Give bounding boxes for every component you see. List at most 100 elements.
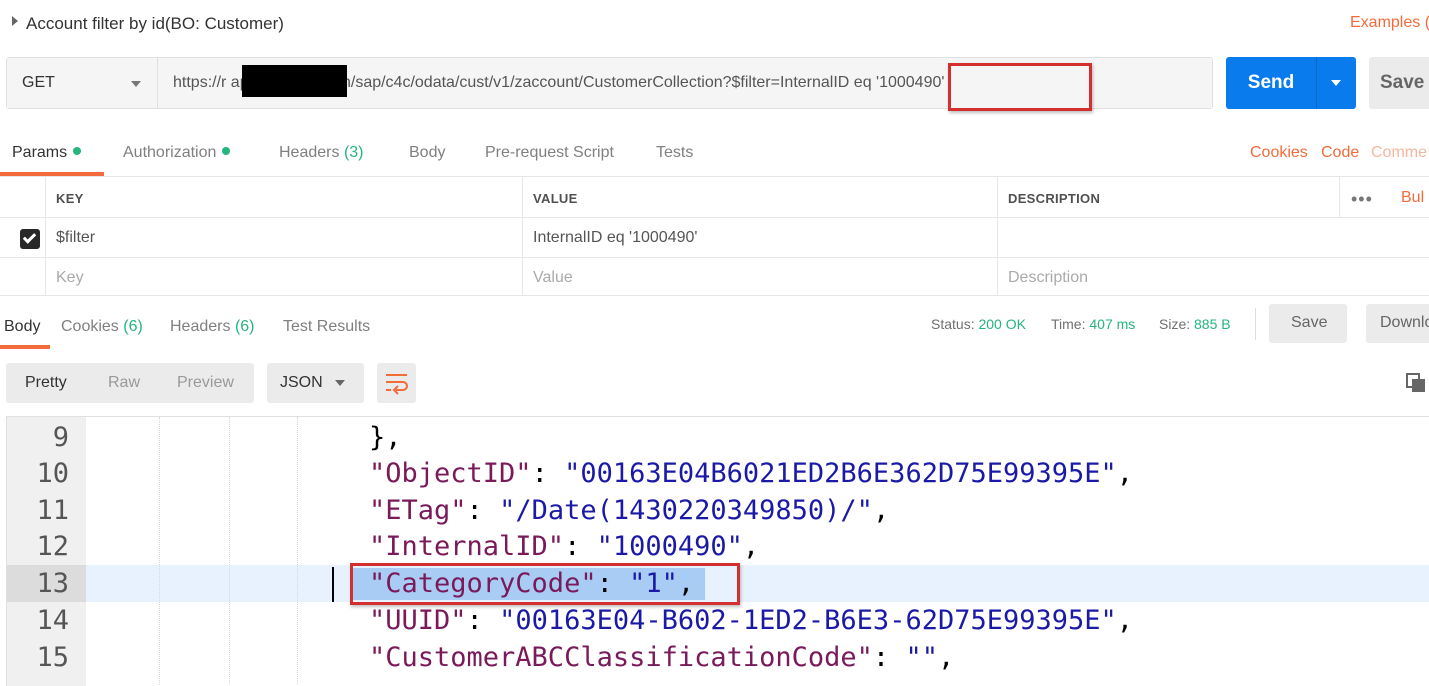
response-tabs: Body Cookies (6) Headers (6) Test Result…	[0, 300, 1429, 350]
request-title-row: Account filter by id(BO: Customer) Examp…	[0, 0, 1429, 50]
column-header-description: DESCRIPTION	[1008, 191, 1101, 206]
new-description-input[interactable]: Description	[998, 258, 1429, 295]
param-description-cell[interactable]	[998, 218, 1429, 257]
response-code-editor[interactable]: 9 }, 10 "ObjectID": "00163E04B6021ED2B6E…	[6, 416, 1429, 686]
comments-link[interactable]: Comme	[1371, 144, 1427, 162]
view-mode-tabs: Pretty Raw Preview	[6, 363, 254, 403]
param-value: InternalID eq '1000490'	[533, 229, 698, 246]
code-line: 15 "CustomerABCClassificationCode": "",	[7, 639, 1429, 676]
size-label: Size:	[1159, 316, 1191, 332]
json-key: "ETag"	[369, 495, 467, 526]
checkbox-cell-empty	[0, 258, 46, 295]
line-number: 11	[36, 495, 69, 526]
json-value: "00163E04-B602-1ED2-B6E3-62D75E99395E"	[499, 605, 1117, 636]
save-response-button[interactable]: Save	[1269, 304, 1347, 343]
new-key-input[interactable]: Key	[46, 258, 523, 295]
new-value-input[interactable]: Value	[523, 258, 998, 295]
tab-params[interactable]: Params	[12, 144, 82, 162]
code-text: "ObjectID": "00163E04B6021ED2B6E362D75E9…	[369, 458, 1134, 489]
key-placeholder: Key	[56, 269, 84, 286]
size-meta: Size: 885 B	[1159, 316, 1231, 332]
table-row-new: Key Value Description	[0, 258, 1429, 296]
code-link[interactable]: Code	[1321, 144, 1359, 162]
json-value: "/Date(1430220349850)/"	[499, 495, 873, 526]
wrap-lines-button[interactable]	[377, 363, 416, 403]
json-value: "00163E04B6021ED2B6E362D75E99395E"	[564, 458, 1117, 489]
send-button[interactable]: Send	[1226, 57, 1356, 109]
time-label: Time:	[1051, 316, 1086, 332]
checkbox-cell	[0, 218, 46, 257]
tab-headers-label: Headers	[279, 144, 340, 161]
param-key-cell[interactable]: $filter	[46, 218, 523, 257]
line-number: 12	[36, 531, 69, 562]
tab-body[interactable]: Body	[409, 144, 445, 162]
code-text: "InternalID": "1000490",	[369, 531, 760, 562]
time-value: 407 ms	[1089, 316, 1136, 332]
status-dot-icon	[222, 147, 231, 155]
table-header-cell	[0, 177, 46, 217]
code-line: 9 },	[7, 419, 1429, 456]
copy-icon[interactable]	[1405, 372, 1427, 394]
param-value-cell[interactable]: InternalID eq '1000490'	[523, 218, 998, 257]
check-icon	[22, 230, 37, 244]
save-response-label: Save	[1291, 314, 1328, 331]
tab-response-cookies-count: (6)	[123, 318, 143, 335]
category-code-highlight-box	[350, 563, 740, 605]
request-name[interactable]: Account filter by id(BO: Customer)	[26, 14, 284, 34]
table-header-row: KEY VALUE DESCRIPTION ••• Bul	[0, 177, 1429, 218]
description-placeholder: Description	[1008, 269, 1089, 286]
line-number: 9	[52, 422, 69, 453]
method-select[interactable]: GET	[7, 58, 158, 108]
tab-response-body[interactable]: Body	[4, 318, 40, 336]
chevron-down-icon	[335, 380, 345, 386]
value-placeholder: Value	[533, 269, 573, 286]
json-key: "CustomerABCClassificationCode"	[369, 642, 873, 673]
format-label: JSON	[280, 374, 323, 391]
json-value: ""	[905, 642, 938, 673]
examples-link[interactable]: Examples (	[1350, 14, 1429, 32]
bulk-edit-link[interactable]: Bul	[1401, 189, 1424, 207]
send-dropdown-button[interactable]	[1317, 57, 1356, 109]
redaction-box	[242, 65, 347, 97]
view-preview[interactable]: Preview	[177, 374, 234, 392]
json-key: "InternalID"	[369, 531, 565, 562]
param-enabled-checkbox[interactable]	[20, 229, 40, 249]
tab-authorization-label: Authorization	[123, 144, 217, 161]
table-header-value: VALUE	[523, 177, 998, 217]
view-pretty[interactable]: Pretty	[25, 374, 67, 392]
send-label: Send	[1247, 72, 1295, 93]
expand-caret-icon[interactable]	[12, 16, 18, 26]
tab-params-label: Params	[12, 144, 68, 161]
line-number: 15	[36, 642, 69, 673]
cookies-link[interactable]: Cookies	[1250, 144, 1308, 162]
column-header-value: VALUE	[533, 191, 578, 206]
tab-response-cookies[interactable]: Cookies (6)	[61, 318, 143, 336]
method-label: GET	[22, 74, 55, 91]
json-key: "UUID"	[369, 605, 467, 636]
code-line: 11 "ETag": "/Date(1430220349850)/",	[7, 492, 1429, 529]
code-text: },	[369, 422, 402, 453]
tab-response-cookies-label: Cookies	[61, 318, 119, 335]
tab-authorization[interactable]: Authorization	[123, 144, 231, 162]
code-line: 14 "UUID": "00163E04-B602-1ED2-B6E3-62D7…	[7, 602, 1429, 639]
params-table: KEY VALUE DESCRIPTION ••• Bul $filter In…	[0, 177, 1429, 296]
tab-headers[interactable]: Headers (3)	[279, 144, 364, 162]
save-button[interactable]: Save	[1369, 57, 1429, 109]
more-options-icon[interactable]: •••	[1351, 189, 1373, 210]
line-number: 10	[36, 458, 69, 489]
format-select[interactable]: JSON	[267, 363, 364, 403]
tab-test-results[interactable]: Test Results	[283, 318, 370, 336]
view-raw[interactable]: Raw	[108, 374, 140, 392]
table-header-description: DESCRIPTION	[998, 177, 1340, 217]
size-value: 885 B	[1194, 316, 1231, 332]
status-label: Status:	[931, 316, 975, 332]
download-button[interactable]: Downlo	[1366, 304, 1429, 343]
code-line: 10 "ObjectID": "00163E04B6021ED2B6E362D7…	[7, 455, 1429, 492]
tab-prerequest-script[interactable]: Pre-request Script	[485, 144, 614, 162]
request-tabs: Params Authorization Headers (3) Body Pr…	[0, 133, 1429, 177]
tab-tests[interactable]: Tests	[656, 144, 693, 162]
wrap-icon	[386, 374, 408, 395]
time-meta: Time: 407 ms	[1051, 316, 1135, 332]
tab-response-headers[interactable]: Headers (6)	[170, 318, 255, 336]
active-tab-underline	[0, 172, 104, 176]
